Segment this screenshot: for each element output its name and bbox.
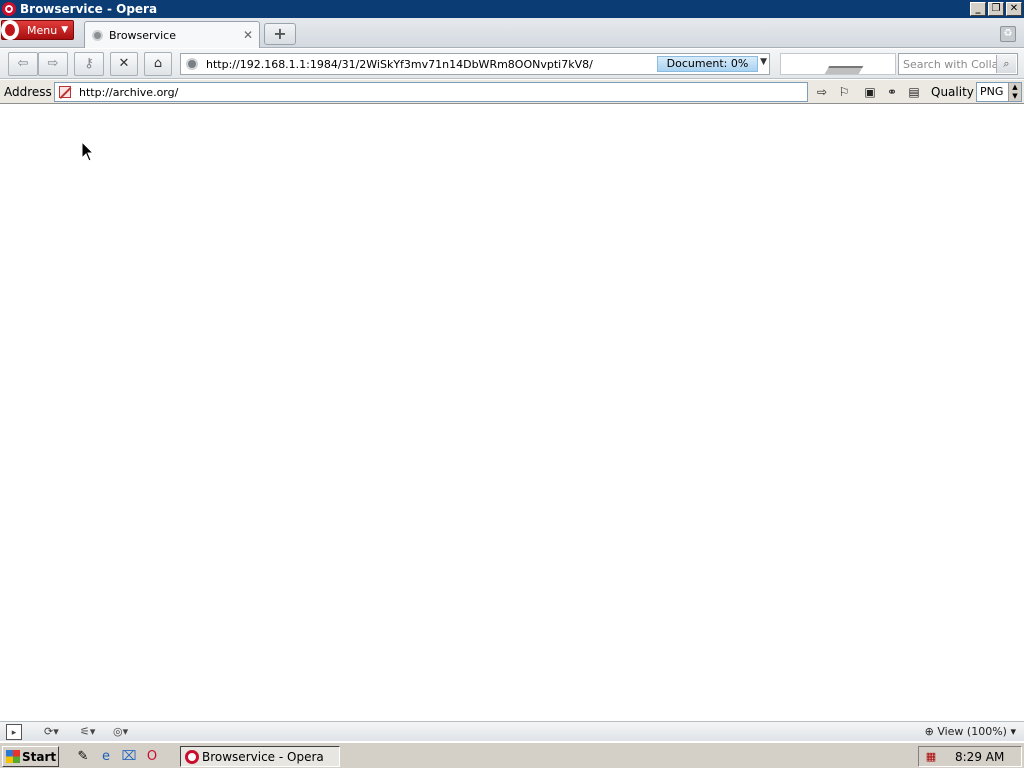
trash-icon[interactable]: ♻ — [1000, 26, 1016, 42]
stop-icon: ✕ — [118, 56, 130, 71]
quality-select[interactable]: PNG ▲ ▼ — [976, 82, 1022, 102]
address-value: http://archive.org/ — [79, 85, 179, 99]
quality-label: Quality — [931, 85, 974, 99]
turbo-icon[interactable]: ◎▾ — [113, 724, 128, 740]
address-label: Address — [4, 85, 52, 99]
security-status-icon — [59, 86, 71, 98]
bookmark-icon[interactable]: ⚐ — [835, 83, 853, 101]
go-arrow-icon[interactable]: ⇨ — [813, 83, 831, 101]
search-placeholder: Search with Collab — [903, 57, 1006, 71]
back-arrow-icon: ⇦ — [17, 56, 29, 71]
windows-logo-icon — [6, 750, 20, 763]
key-icon: ⚷ — [84, 56, 94, 71]
taskbar: Start ✎ e ⌧ O Browservice - Opera ▦ 8:29… — [0, 741, 1024, 768]
address-input[interactable]: http://archive.org/ — [54, 82, 808, 102]
url-text: http://192.168.1.1:1984/31/2WiSkYf3mv71n… — [206, 57, 593, 71]
zoom-icon: ⊕ — [924, 725, 938, 738]
unite-icon[interactable]: ⚟▾ — [80, 724, 95, 740]
url-field[interactable]: http://192.168.1.1:1984/31/2WiSkYf3mv71n… — [180, 53, 770, 75]
opera-logo-icon — [1, 20, 19, 40]
home-button[interactable]: ⌂ — [144, 52, 172, 76]
menu-label: Menu — [27, 23, 58, 37]
thumbnail-graphic-icon — [824, 66, 864, 74]
url-dropdown-icon[interactable]: ▼ — [760, 57, 767, 67]
mouse-cursor-icon — [81, 141, 95, 162]
show-desktop-icon[interactable]: ✎ — [74, 748, 92, 766]
tab-close-icon[interactable]: ✕ — [243, 28, 253, 42]
back-button[interactable]: ⇦ — [8, 52, 38, 76]
opera-app-icon[interactable] — [2, 2, 16, 16]
new-tab-button[interactable]: + — [264, 23, 296, 45]
start-button[interactable]: Start — [2, 746, 59, 767]
zoom-label: View (100%) — [937, 725, 1007, 738]
stop-button[interactable]: ✕ — [110, 52, 138, 76]
wand-button[interactable]: ⚷ — [74, 52, 104, 76]
start-label: Start — [22, 749, 57, 764]
tab-browservice[interactable]: Browservice ✕ — [84, 21, 260, 48]
sync-icon[interactable]: ⟳▾ — [44, 724, 59, 740]
home-icon: ⌂ — [153, 56, 163, 71]
window-title: Browservice - Opera — [20, 2, 158, 16]
tab-bar: Menu ▼ Browservice ✕ + ♻ — [0, 18, 1024, 48]
forward-button[interactable]: ⇨ — [38, 52, 68, 76]
taskbar-item-opera[interactable]: Browservice - Opera — [180, 746, 340, 767]
quality-value: PNG — [980, 85, 1004, 98]
page-content[interactable] — [0, 105, 1024, 721]
navigation-toolbar: ⇦ ⇨ ⚷ ✕ ⌂ http://192.168.1.1:1984/31/2Wi… — [0, 49, 1024, 79]
clipboard-icon[interactable]: ▤ — [905, 83, 923, 101]
ie-icon[interactable]: e — [97, 748, 115, 766]
load-progress-badge: Document: 0% — [657, 56, 758, 72]
opera-icon[interactable]: O — [143, 748, 161, 766]
zoom-control[interactable]: ⊕ View (100%) ▾ — [925, 725, 1016, 738]
browservice-address-bar: Address http://archive.org/ ⇨ ⚐ ▣ ⚭ ▤ Qu… — [0, 80, 1024, 104]
search-field[interactable]: Search with Collab ⌕ — [898, 53, 1018, 75]
taskbar-item-label: Browservice - Opera — [202, 749, 324, 764]
page-thumbnail — [780, 53, 896, 75]
quality-spinner-icon[interactable]: ▲ ▼ — [1008, 83, 1021, 101]
tab-favicon-icon — [92, 29, 103, 41]
forward-arrow-icon: ⇨ — [47, 56, 59, 71]
restore-button[interactable]: ❐ — [988, 2, 1004, 16]
find-binoculars-icon[interactable]: ⚭ — [883, 83, 901, 101]
panel-toggle-icon[interactable]: ▸ — [6, 724, 22, 740]
tab-title: Browservice — [109, 28, 176, 42]
chevron-down-icon: ▼ — [61, 25, 69, 35]
system-tray: ▦ 8:29 AM — [918, 746, 1022, 767]
network-icon[interactable]: ⌧ — [120, 748, 138, 766]
opera-menu-button[interactable]: Menu ▼ — [1, 20, 74, 40]
window-titlebar[interactable]: Browservice - Opera _ ❐ ✕ — [0, 0, 1024, 18]
search-icon[interactable]: ⌕ — [996, 55, 1016, 73]
site-info-icon[interactable] — [186, 58, 198, 70]
status-bar: ▸ ⟳▾ ⚟▾ ◎▾ ⊕ View (100%) ▾ — [0, 721, 1024, 741]
minimize-button[interactable]: _ — [970, 2, 986, 16]
clock[interactable]: 8:29 AM — [955, 750, 1004, 764]
network-status-icon[interactable]: ▦ — [923, 750, 939, 764]
opera-task-icon — [185, 749, 199, 764]
window-controls: _ ❐ ✕ — [970, 2, 1022, 16]
close-button[interactable]: ✕ — [1006, 2, 1022, 16]
save-page-icon[interactable]: ▣ — [861, 83, 879, 101]
